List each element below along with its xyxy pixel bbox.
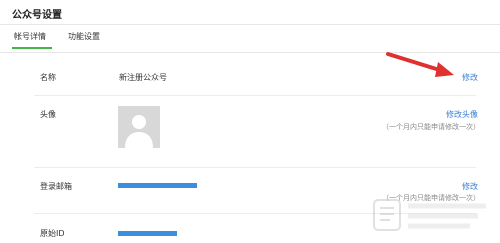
avatar <box>118 106 160 148</box>
page-header: 公众号设置 <box>0 0 500 25</box>
red-arrow-icon <box>386 52 454 77</box>
default-avatar-icon <box>125 115 153 148</box>
avatar-label: 头像 <box>40 110 56 119</box>
name-label: 名称 <box>40 73 56 82</box>
watermark-logo <box>373 199 486 231</box>
row-divider <box>34 167 476 168</box>
edit-email-link[interactable]: 修改 <box>448 181 478 192</box>
edit-avatar-link[interactable]: 修改头像 <box>418 109 478 120</box>
origin-id-label: 原始ID <box>40 229 65 238</box>
email-value-redacted <box>118 183 197 188</box>
active-tab-indicator <box>12 47 52 49</box>
name-value: 新注册公众号 <box>119 73 167 82</box>
origin-id-value-redacted <box>118 231 177 236</box>
email-label: 登录邮箱 <box>40 182 72 191</box>
avatar-limit-note: （一个月内只能申请修改一次） <box>382 123 480 131</box>
tab-account-details[interactable]: 帐号详情 <box>14 31 46 42</box>
tab-function-settings[interactable]: 功能设置 <box>68 31 100 42</box>
row-divider <box>34 95 476 96</box>
page-title: 公众号设置 <box>12 10 62 21</box>
